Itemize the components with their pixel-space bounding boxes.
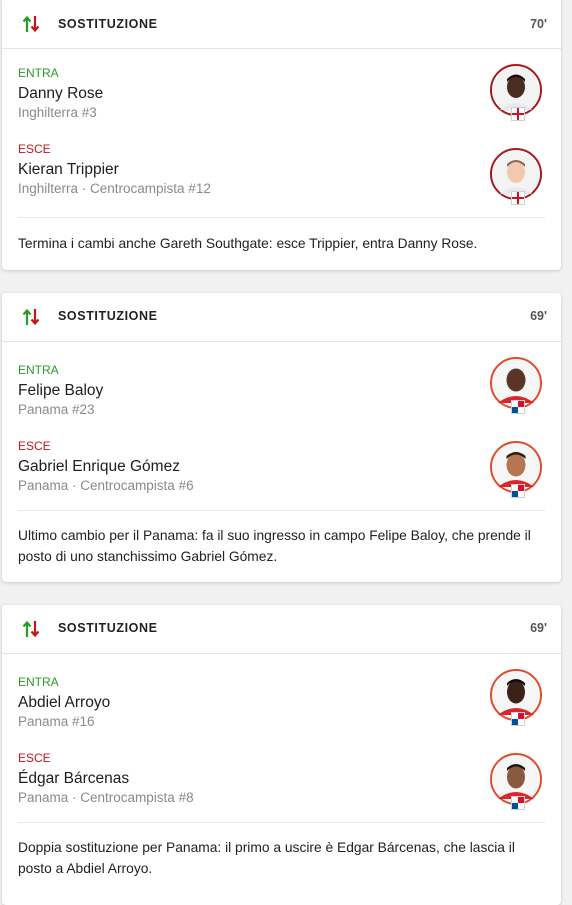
player-detail: Panama · Centrocampista #8: [18, 790, 194, 805]
role-out-label: ESCE: [18, 439, 51, 453]
player-name[interactable]: Édgar Bárcenas: [18, 769, 194, 789]
commentary-text: Doppia sostituzione per Panama: il primo…: [18, 840, 515, 876]
player-detail: Inghilterra #3: [18, 105, 97, 120]
player-name[interactable]: Abdiel Arroyo: [18, 693, 110, 713]
role-in-label: ENTRA: [18, 675, 59, 689]
event-title: SOSTITUZIONE: [58, 17, 158, 31]
player-avatar[interactable]: [490, 669, 542, 726]
substitution-arrows-icon: [22, 620, 40, 638]
role-out-label: ESCE: [18, 751, 51, 765]
player-avatar[interactable]: [490, 753, 542, 810]
player-name[interactable]: Felipe Baloy: [18, 381, 103, 401]
player-in: ENTRA Felipe Baloy Panama #23: [18, 363, 103, 419]
panama-flag-icon: [511, 796, 525, 810]
player-avatar[interactable]: [490, 357, 542, 414]
player-out: ESCE Gabriel Enrique Gómez Panama · Cent…: [18, 439, 194, 495]
player-in: ENTRA Abdiel Arroyo Panama #16: [18, 675, 110, 731]
divider: [18, 217, 545, 218]
player-detail: Inghilterra · Centrocampista #12: [18, 181, 211, 196]
player-detail: Panama #23: [18, 402, 95, 417]
commentary-text: Termina i cambi anche Gareth Southgate: …: [18, 236, 478, 251]
role-in-label: ENTRA: [18, 66, 59, 80]
player-detail: Panama #16: [18, 714, 95, 729]
player-avatar[interactable]: [490, 148, 542, 205]
substitution-arrows-icon: [22, 15, 40, 33]
player-name[interactable]: Kieran Trippier: [18, 160, 211, 180]
player-in: ENTRA Danny Rose Inghilterra #3: [18, 66, 103, 122]
player-detail: Panama · Centrocampista #6: [18, 478, 194, 493]
event-minute: 70': [530, 17, 547, 31]
substitution-card: SOSTITUZIONE 69' ENTRA Abdiel Arroyo Pan…: [2, 605, 561, 905]
role-in-label: ENTRA: [18, 363, 59, 377]
player-avatar[interactable]: [490, 441, 542, 498]
event-title: SOSTITUZIONE: [58, 309, 158, 323]
player-name[interactable]: Gabriel Enrique Gómez: [18, 457, 194, 477]
player-out: ESCE Kieran Trippier Inghilterra · Centr…: [18, 142, 211, 198]
event-minute: 69': [530, 309, 547, 323]
england-flag-icon: [511, 107, 525, 121]
player-avatar[interactable]: [490, 64, 542, 121]
player-name[interactable]: Danny Rose: [18, 84, 103, 104]
panama-flag-icon: [511, 712, 525, 726]
substitution-card: SOSTITUZIONE 69' ENTRA Felipe Baloy Pana…: [2, 293, 561, 582]
panama-flag-icon: [511, 400, 525, 414]
substitution-arrows-icon: [22, 308, 40, 326]
role-out-label: ESCE: [18, 142, 51, 156]
panama-flag-icon: [511, 484, 525, 498]
event-minute: 69': [530, 621, 547, 635]
divider: [18, 510, 545, 511]
england-flag-icon: [511, 191, 525, 205]
divider: [18, 822, 545, 823]
player-out: ESCE Édgar Bárcenas Panama · Centrocampi…: [18, 751, 194, 807]
event-title: SOSTITUZIONE: [58, 621, 158, 635]
card-header: SOSTITUZIONE 69': [2, 605, 561, 654]
substitution-card: SOSTITUZIONE 70' ENTRA Danny Rose Inghil…: [2, 0, 561, 270]
commentary-text: Ultimo cambio per il Panama: fa il suo i…: [18, 528, 531, 564]
card-header: SOSTITUZIONE 69': [2, 293, 561, 342]
card-header: SOSTITUZIONE 70': [2, 0, 561, 49]
